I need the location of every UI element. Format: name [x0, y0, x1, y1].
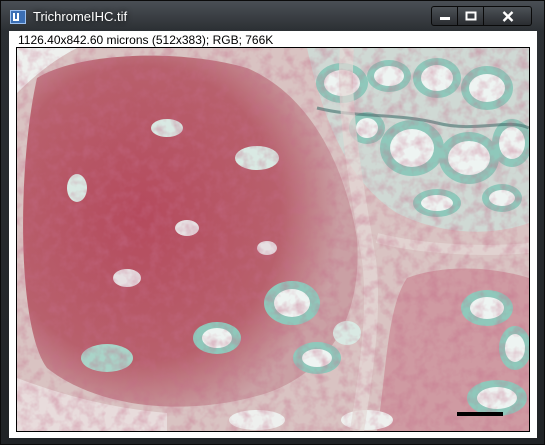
image-canvas[interactable]	[16, 47, 530, 432]
scale-bar	[457, 412, 503, 416]
image-info-text: 1126.40x842.60 microns (512x383); RGB; 7…	[18, 33, 274, 47]
close-button[interactable]	[484, 6, 532, 26]
micrograph-image	[17, 48, 529, 431]
image-window: TrichromeIHC.tif 1126.40x842.60 microns …	[0, 0, 545, 445]
window-title: TrichromeIHC.tif	[33, 9, 128, 24]
title-bar[interactable]: TrichromeIHC.tif	[1, 1, 545, 31]
minimize-button[interactable]	[431, 6, 458, 26]
window-controls	[431, 6, 532, 26]
minimize-icon	[439, 17, 450, 20]
imagej-icon[interactable]	[10, 10, 26, 24]
image-canvas-area: 1126.40x842.60 microns (512x383); RGB; 7…	[9, 31, 537, 438]
maximize-icon	[465, 11, 476, 21]
close-icon	[502, 10, 513, 22]
maximize-button[interactable]	[458, 6, 484, 26]
